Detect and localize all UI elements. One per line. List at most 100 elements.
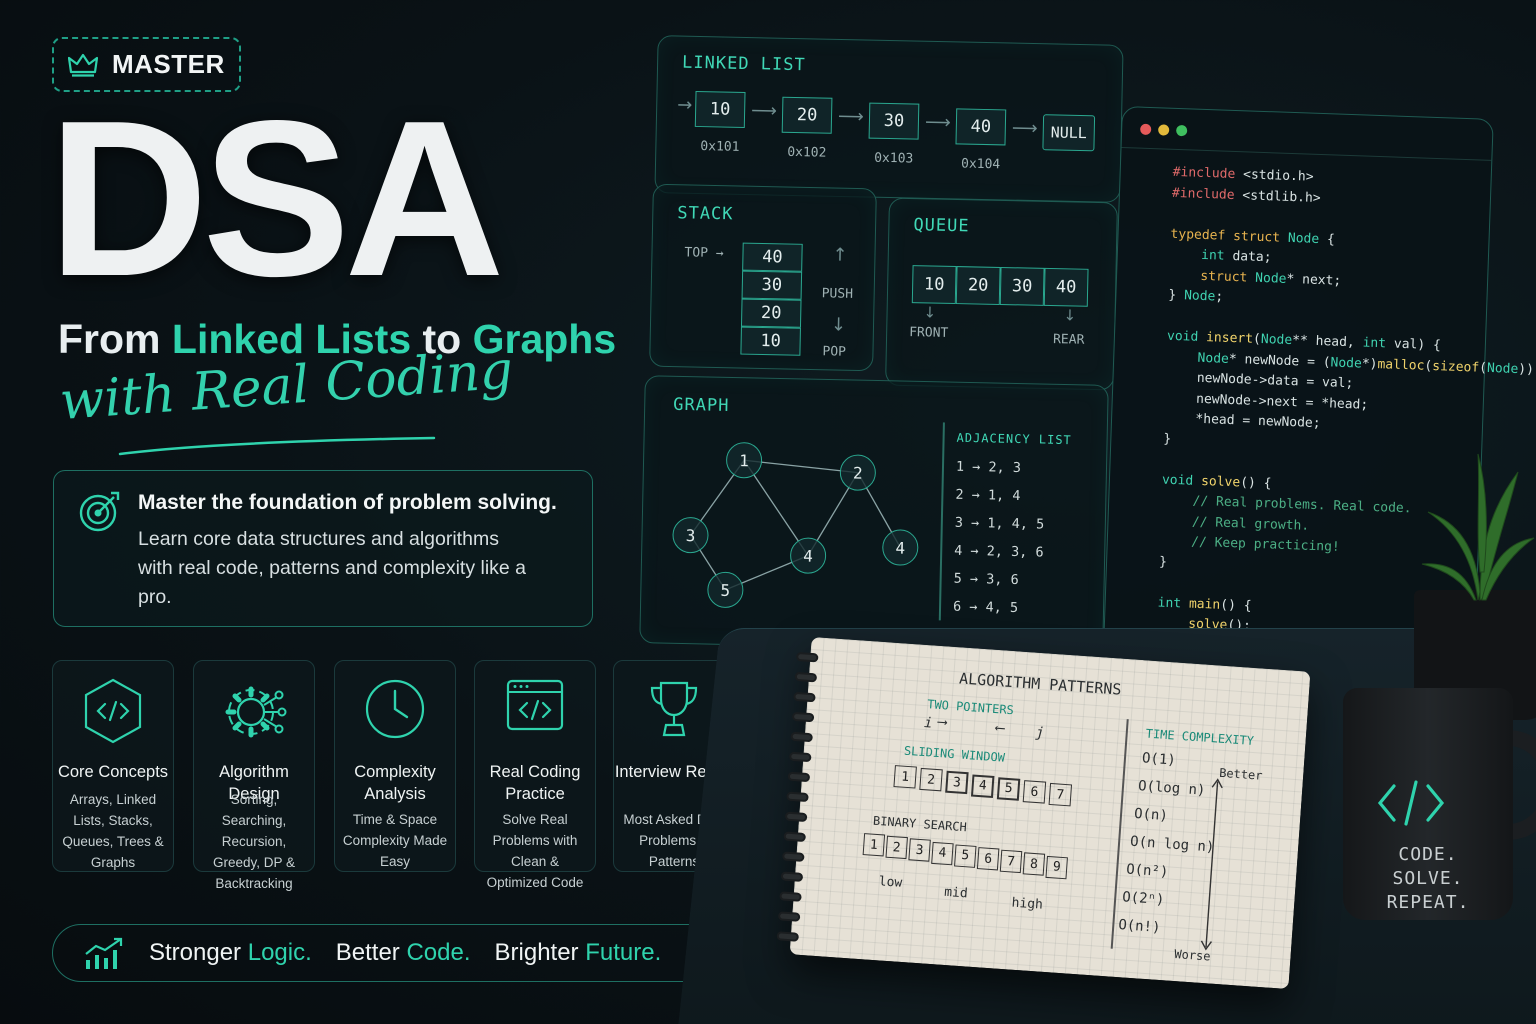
ll-address: 0x101 — [700, 139, 740, 155]
complexity-item: O(n log n) — [1129, 833, 1215, 856]
window-minimize-dot — [1158, 124, 1170, 136]
feature-card-complexity-analysis: Complexity Analysis Time & Space Complex… — [334, 660, 456, 872]
feature-title: Real Coding Practice — [489, 763, 581, 803]
code-line: int data; — [1200, 247, 1272, 266]
stack-item: 20 — [740, 298, 802, 328]
binary-search-cell: 2 — [885, 835, 908, 860]
mug-text-solve: SOLVE. — [1392, 868, 1464, 889]
complexity-item: O(n) — [1133, 805, 1169, 825]
graph-panel: GRAPH 1 2 3 4 4 5 ADJACENCY LIST 1 → 2, … — [639, 375, 1109, 653]
ll-address: 0x103 — [874, 150, 914, 167]
binary-search-label: BINARY SEARCH — [872, 813, 968, 835]
queue-panel: QUEUE 10 20 30 40 ↓ FRONT ↓ REAR — [885, 197, 1118, 391]
binary-search-cell: 9 — [1045, 855, 1068, 879]
window-maximize-dot — [1175, 124, 1188, 137]
complexity-item: O(n!) — [1117, 917, 1161, 936]
plant-leaves-icon — [1421, 453, 1535, 601]
bs-low-label: low — [878, 874, 903, 891]
stack-pop-label: POP — [822, 344, 847, 360]
graph-edges — [689, 459, 901, 591]
adjacency-row: 4 → 2, 3, 6 — [954, 542, 1044, 561]
sliding-window-cell: 5 — [996, 777, 1021, 801]
feature-card-core-concepts: Core Concepts Arrays, Linked Lists, Stac… — [52, 660, 174, 872]
binary-search-cell: 7 — [999, 849, 1023, 874]
feature-card-real-coding-practice: Real Coding Practice Solve Real Problems… — [474, 660, 596, 890]
sliding-window-cell: 7 — [1048, 783, 1073, 807]
stack-push-label: PUSH — [821, 286, 854, 302]
slogan-logic: Stronger Logic. — [149, 939, 312, 966]
code-brackets-icon — [1377, 780, 1445, 826]
sliding-window-cell: 6 — [1022, 780, 1047, 804]
code-line: newNode->next = *head; — [1164, 390, 1369, 413]
complexity-item: O(2ⁿ) — [1121, 889, 1165, 909]
stack-panel: STACK TOP → 40 30 20 10 ↑ PUSH ↓ POP — [649, 183, 877, 372]
complexity-item: O(log n) — [1137, 778, 1206, 799]
ll-address: 0x102 — [787, 144, 827, 161]
panel-title: LINKED LIST — [681, 52, 806, 76]
sliding-window-cell: 1 — [893, 765, 917, 789]
code-line: // Real growth. — [1160, 513, 1310, 534]
coffee-mug: CODE. SOLVE. REPEAT. — [1343, 688, 1513, 920]
queue-item: 10 — [911, 265, 957, 305]
sliding-window-label: SLIDING WINDOW — [903, 743, 1006, 765]
code-body: #include <stdio.h> #include <stdlib.h> typ… — [1123, 107, 1536, 672]
notebook-title: ALGORITHM PATTERNS — [958, 669, 1122, 699]
hero-title: DSA — [48, 75, 505, 323]
adjacency-title: ADJACENCY LIST — [956, 430, 1072, 448]
time-complexity-label: TIME COMPLEXITY — [1145, 726, 1255, 749]
mug-text-repeat: REPEAT. — [1386, 892, 1470, 913]
queue-item: 20 — [955, 266, 1001, 305]
bs-high-label: high — [1011, 895, 1044, 913]
adjacency-row: 2 → 1, 4 — [955, 486, 1021, 505]
adjacency-row: 5 → 3, 6 — [953, 570, 1019, 589]
slogan-code: Better Code. — [335, 939, 471, 966]
gear-network-icon — [225, 686, 287, 738]
sliding-window-cell: 3 — [945, 771, 969, 795]
feature-title: Complexity Analysis — [354, 763, 436, 803]
complexity-axis-arrow — [1200, 778, 1223, 951]
queue-item: 40 — [1043, 267, 1089, 307]
code-line: *head = newNode; — [1163, 410, 1321, 432]
binary-search-cell: 5 — [954, 844, 977, 868]
ll-null: NULL — [1042, 114, 1096, 152]
window-close-dot — [1140, 123, 1152, 136]
mission-body: Learn core data structures and algorithm… — [138, 528, 527, 608]
feature-title: Core Concepts — [57, 763, 169, 781]
code-line: void insert(Node** head, int val) { — [1166, 328, 1442, 354]
linked-list-panel: LINKED LIST → 10 0x101 ⟶ 20 0x102 ⟶ 30 0… — [654, 35, 1124, 203]
feature-desc: Time & Space Complexity Made Easy — [342, 812, 448, 869]
code-line: newNode->data = val; — [1165, 369, 1354, 392]
binary-search-cell: 1 — [862, 833, 886, 857]
binary-search-cell: 8 — [1022, 852, 1046, 877]
ll-node: 10 — [694, 90, 746, 128]
ll-node: 20 — [781, 96, 833, 134]
code-line: // Keep practicing! — [1159, 533, 1341, 555]
feature-card-algorithm-design: Algorithm Design Sorting, Searching, Rec… — [193, 660, 315, 891]
feature-desc: Solve Real Problems with Clean & Optimiz… — [486, 812, 584, 890]
sliding-window-cell: 2 — [919, 768, 943, 792]
sliding-window-cell: 4 — [970, 774, 995, 798]
code-line: } Node; — [1168, 287, 1224, 305]
bs-mid-label: mid — [943, 884, 969, 902]
binary-search-cell: 4 — [931, 841, 954, 865]
code-line: int main() { — [1157, 595, 1252, 614]
algorithm-patterns-notebook: ALGORITHM PATTERNS TWO POINTERS i ⟶ ⟵ j … — [776, 636, 1311, 990]
panel-title: STACK — [677, 203, 734, 225]
slogan-bar: Stronger Logic. Better Code. Brighter Fu… — [52, 924, 722, 982]
crown-icon — [68, 53, 98, 77]
code-line: struct Node* next; — [1200, 268, 1342, 289]
mug-text-code: CODE. — [1398, 844, 1458, 865]
code-line: void solve() { — [1161, 472, 1272, 491]
stack-item: 40 — [742, 242, 803, 272]
code-line: } — [1163, 431, 1172, 447]
stack-item: 30 — [741, 270, 803, 300]
trophy-icon — [650, 681, 698, 737]
feature-desc: Sorting, Searching, Recursion, Greedy, D… — [212, 792, 296, 891]
ll-node: 30 — [868, 102, 920, 140]
subtitle-prefix: From — [58, 316, 172, 362]
code-window-icon — [506, 679, 564, 731]
stack-top-label: TOP → — [684, 245, 724, 262]
code-line: // Real problems. Real code. — [1161, 492, 1412, 517]
queue-rear-label: REAR — [1052, 332, 1085, 348]
ll-address: 0x104 — [960, 156, 1001, 173]
